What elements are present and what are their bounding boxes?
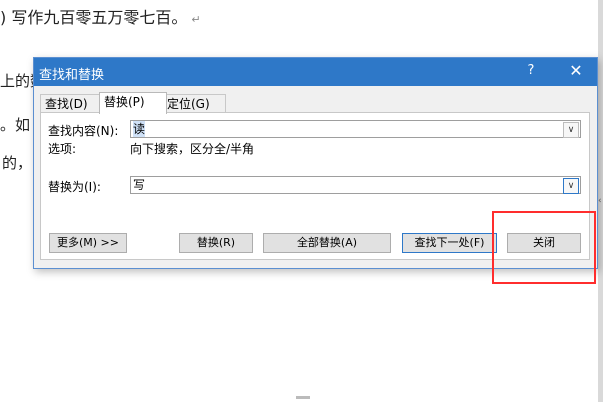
tab-replace[interactable]: 替换(P) [99,92,167,114]
replace-all-button[interactable]: 全部替换(A) [263,233,391,253]
find-what-label: 查找内容(N): [48,124,119,138]
help-button[interactable]: ? [522,63,540,78]
options-label: 选项: [48,142,77,156]
find-what-value: 读 [133,121,146,137]
replace-button[interactable]: 替换(R) [179,233,253,253]
paragraph-mark-icon: ↵ [191,13,201,26]
replace-with-value: 写 [133,178,146,192]
replace-with-label: 替换为(I): [48,180,101,194]
options-value: 向下搜索，区分全/半角 [130,142,255,156]
replace-with-input[interactable]: 写 ∨ [130,176,581,194]
more-button[interactable]: 更多(M) >> [49,233,127,253]
chevron-down-icon[interactable]: ∨ [563,178,579,194]
document-line-1-text: ) 写作九百零五万零七百。 [0,8,188,27]
tab-goto[interactable]: 定位(G) [162,94,226,113]
find-what-input[interactable]: 读 ∨ [130,120,581,138]
document-line-1: ) 写作九百零五万零七百。 ↵ [0,4,201,28]
dialog-titlebar[interactable]: 查找和替换 ? ✕ [34,58,597,86]
scroll-indicator [296,396,310,399]
document-fragment: 的， [2,154,33,172]
tab-find[interactable]: 查找(D) [40,94,104,113]
close-icon[interactable]: ✕ [566,61,586,80]
document-fragment: 。如 [0,116,31,134]
edge-marker-icon: ‹ [598,196,602,206]
window-edge: ‹ [598,0,603,402]
chevron-down-icon[interactable]: ∨ [563,122,579,138]
dialog-title: 查找和替换 [39,68,105,83]
highlight-box [492,211,596,284]
find-next-button[interactable]: 查找下一处(F) [402,233,497,253]
